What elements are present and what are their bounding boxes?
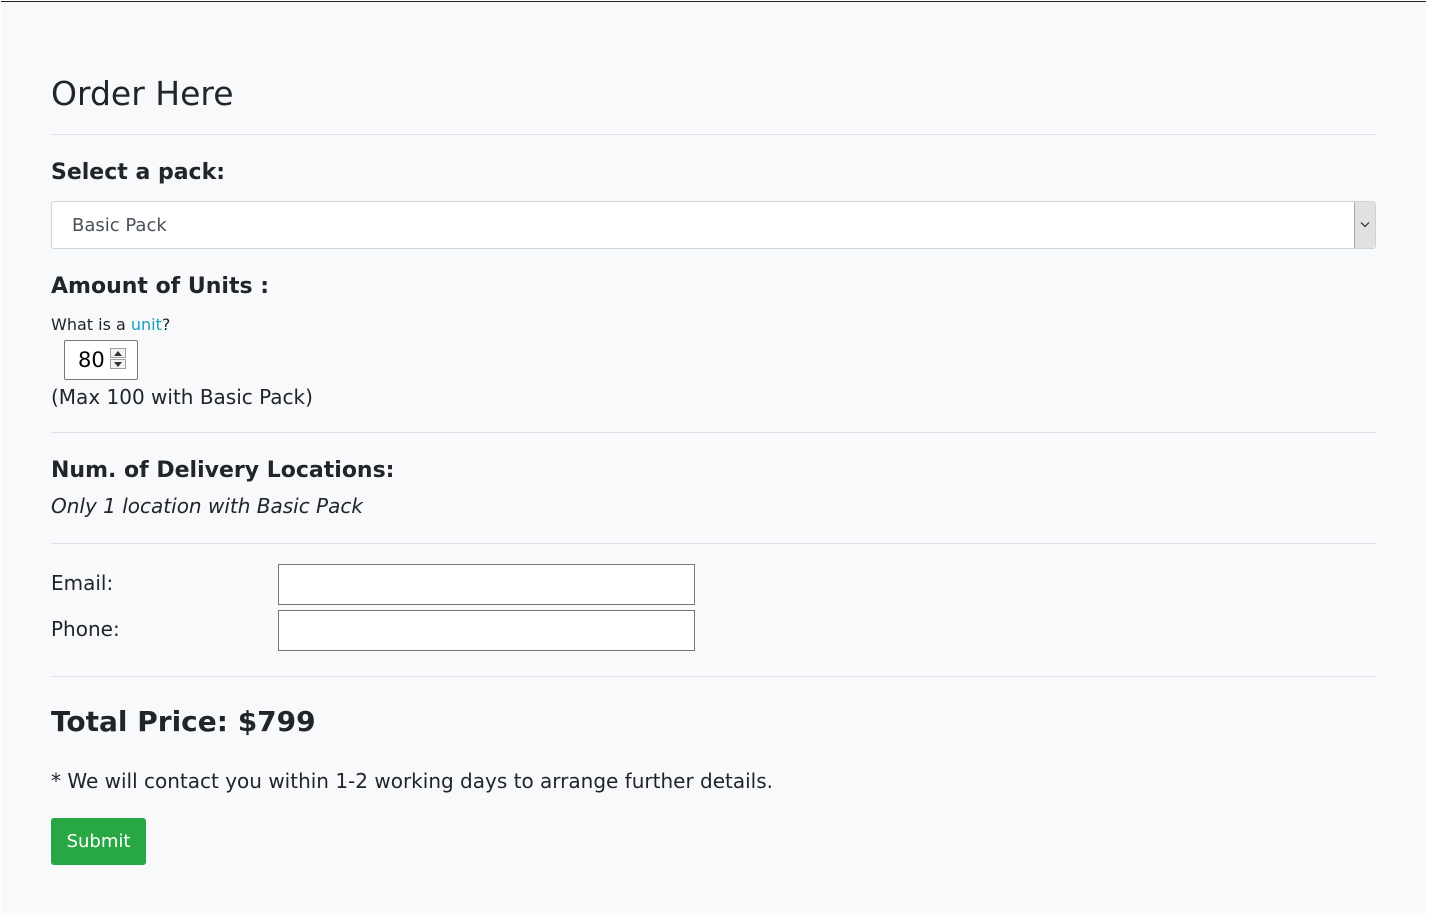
units-max-note: (Max 100 with Basic Pack) [51, 385, 313, 409]
chevron-down-icon[interactable] [1354, 202, 1375, 248]
pack-label: Select a pack: [51, 160, 226, 185]
email-label: Email: [51, 571, 114, 595]
submit-button[interactable]: Submit [51, 818, 146, 865]
units-label: Amount of Units : [51, 274, 270, 299]
phone-field[interactable] [278, 610, 695, 651]
contact-note: * We will contact you within 1-2 working… [51, 769, 774, 793]
caret-down-icon[interactable] [110, 359, 126, 369]
divider [51, 134, 1376, 135]
divider [51, 543, 1376, 544]
unit-help-prefix: What is a [51, 315, 131, 334]
page-title: Order Here [51, 74, 234, 113]
spinner [110, 348, 128, 371]
delivery-label: Num. of Delivery Locations: [51, 458, 395, 483]
pack-select[interactable]: Basic Pack [51, 201, 1376, 249]
unit-help-suffix: ? [161, 315, 171, 334]
phone-label: Phone: [51, 617, 120, 641]
email-field[interactable] [278, 564, 695, 605]
delivery-note: Only 1 location with Basic Pack [51, 494, 363, 518]
total-price: Total Price: $799 [51, 705, 316, 738]
unit-help-link[interactable]: unit [131, 315, 162, 334]
units-quantity-value: 80 [78, 348, 105, 372]
units-quantity-stepper[interactable]: 80 [64, 340, 138, 380]
unit-help-text: What is a unit? [51, 315, 170, 334]
pack-select-value: Basic Pack [72, 215, 167, 236]
page-background: Order Here Select a pack: Basic Pack Amo… [1, 1, 1426, 913]
divider [51, 432, 1376, 433]
divider [51, 676, 1376, 677]
caret-up-icon[interactable] [110, 348, 126, 358]
